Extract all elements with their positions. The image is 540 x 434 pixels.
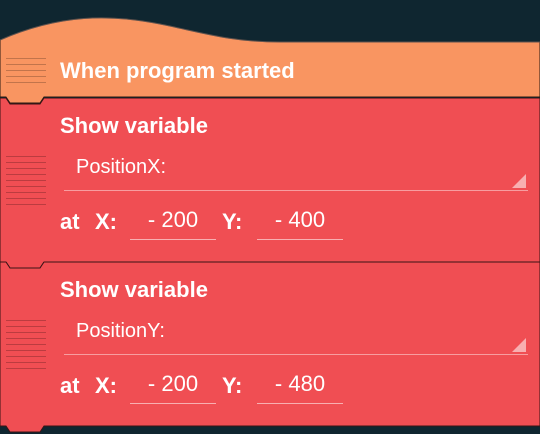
hat-brick-shape [0, 17, 540, 104]
x-label: X: [95, 209, 117, 234]
variable-name: PositionY: [76, 320, 165, 342]
when-program-started-brick[interactable]: When program started [0, 0, 540, 104]
variable-dropdown[interactable]: PositionX: [64, 154, 528, 191]
at-label: at [60, 209, 80, 234]
x-value-field[interactable]: - 200 [130, 205, 216, 240]
y-label: Y: [222, 209, 243, 234]
x-value-field[interactable]: - 200 [130, 369, 216, 404]
dropdown-arrow-icon [512, 338, 526, 352]
x-label: X: [95, 373, 117, 398]
variable-dropdown[interactable]: PositionY: [64, 318, 528, 355]
show-variable-brick[interactable]: Show variable PositionX: at X: - 200 Y: … [0, 98, 540, 269]
y-value-field[interactable]: - 480 [257, 369, 343, 404]
drag-handle[interactable] [6, 156, 46, 210]
brick-title: Show variable [60, 277, 208, 302]
brick-label: When program started [60, 58, 295, 83]
y-label: Y: [222, 373, 243, 398]
y-value-field[interactable]: - 400 [257, 205, 343, 240]
dropdown-arrow-icon [512, 174, 526, 188]
position-row: at X: - 200 Y: - 400 [60, 207, 530, 245]
drag-handle[interactable] [6, 320, 46, 374]
show-variable-brick[interactable]: Show variable PositionY: at X: - 200 Y: … [0, 262, 540, 433]
drag-handle[interactable] [6, 58, 46, 88]
position-row: at X: - 200 Y: - 480 [60, 371, 530, 409]
brick-title: Show variable [60, 113, 208, 138]
at-label: at [60, 373, 80, 398]
x-value: - 200 [147, 371, 199, 396]
variable-name: PositionX: [76, 156, 167, 178]
y-value: - 480 [274, 371, 326, 396]
x-value: - 200 [147, 207, 199, 232]
y-value: - 400 [274, 207, 326, 232]
